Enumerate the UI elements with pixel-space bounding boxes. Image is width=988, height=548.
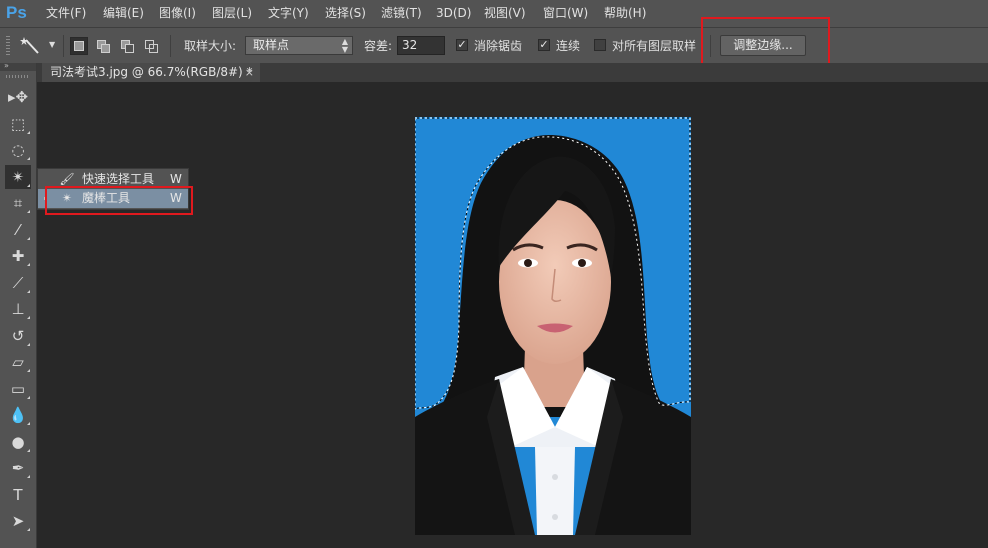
eraser-icon: ▱ [12,353,24,371]
tool-group-corner-icon [27,263,30,266]
contiguous-checkbox[interactable]: ✓ [538,39,550,51]
move-tool-button[interactable]: ▸✥ [5,85,31,109]
magic-wand-icon: ✴ [11,168,25,186]
menu-help[interactable]: 帮助(H) [604,0,646,27]
dodge-icon: ● [11,433,25,451]
tool-preset-picker[interactable]: ▼ [20,36,58,56]
options-bar: ▼ 取样大小: 取样点 ▲ ▼ 容差: 32 ✓ 消除锯齿 ✓ 连续 对所有图层取… [0,27,988,64]
sample-all-layers-checkbox[interactable] [594,39,606,51]
chevron-down-icon: ▼ [49,40,56,49]
history-brush-tool-button[interactable]: ↺ [5,324,31,348]
subtract-from-selection-button[interactable] [118,37,136,55]
collapse-icon: » [4,61,9,70]
marquee-icon: ⬚ [10,115,26,133]
menu-type[interactable]: 文字(Y) [268,0,309,27]
tolerance-label: 容差: [364,39,393,53]
history-brush-icon: ↺ [11,327,25,345]
select-arrows-icon: ▲ ▼ [341,37,348,54]
type-tool-button[interactable]: T [5,483,31,507]
move-icon: ▸✥ [7,88,29,106]
menu-3d[interactable]: 3D(D) [436,0,471,27]
eyedropper-icon: ⁄ [16,221,20,239]
tool-group-corner-icon [27,157,30,160]
toolbox-header[interactable]: » [0,61,36,71]
toolbox-panel: » ▸✥ ⬚ ◌ ✴ ⌗ ⁄ ✚ ⟋ ⊥ ↺ ▱ ▭ 💧 ● ✒ T ➤ [0,61,37,548]
path-selection-icon: ➤ [11,512,25,530]
type-icon: T [13,486,23,504]
menu-view[interactable]: 视图(V) [484,0,526,27]
lasso-icon: ◌ [11,141,25,159]
tool-group-corner-icon [27,131,30,134]
crop-icon: ⌗ [13,194,23,212]
highlight-box-magic-wand [45,186,193,215]
tool-group-corner-icon [27,528,30,531]
selection-outline [415,117,691,410]
options-bar-grip[interactable] [6,36,10,56]
tool-group-corner-icon [27,210,30,213]
blur-icon: 💧 [8,406,28,424]
tool-group-corner-icon [27,449,30,452]
crop-tool-button[interactable]: ⌗ [5,191,31,215]
sample-all-layers-label: 对所有图层取样 [612,39,697,53]
tolerance-input[interactable]: 32 [397,36,445,55]
brush-tool-button[interactable]: ⟋ [5,271,31,295]
photoshop-logo: Ps [6,3,27,22]
healing-brush-tool-button[interactable]: ✚ [5,244,31,268]
magic-wand-icon [20,37,39,54]
document-tab-bar: 司法考试3.jpg @ 66.7%(RGB/8#) * × [37,63,988,82]
anti-alias-checkbox[interactable]: ✓ [456,39,468,51]
add-to-selection-button[interactable] [94,37,112,55]
pen-icon: ✒ [11,459,25,477]
menu-edit[interactable]: 编辑(E) [103,0,144,27]
brush-icon: ⟋ [12,274,24,292]
anti-alias-label: 消除锯齿 [474,39,523,53]
tool-group-corner-icon [27,422,30,425]
menu-filter[interactable]: 滤镜(T) [381,0,422,27]
blur-tool-button[interactable]: 💧 [5,403,31,427]
tool-group-corner-icon [27,184,30,187]
tool-group-corner-icon [27,369,30,372]
sample-size-label: 取样大小: [184,39,237,53]
checkmark-icon: ✓ [457,38,467,51]
healing-brush-icon: ✚ [11,247,25,265]
menu-image[interactable]: 图像(I) [159,0,196,27]
menu-window[interactable]: 窗口(W) [543,0,588,27]
clone-stamp-tool-button[interactable]: ⊥ [5,297,31,321]
new-selection-button[interactable] [70,37,88,55]
path-selection-tool-button[interactable]: ➤ [5,509,31,533]
eyedropper-tool-button[interactable]: ⁄ [5,218,31,242]
dodge-tool-button[interactable]: ● [5,430,31,454]
contiguous-label: 连续 [556,39,581,53]
magic-wand-tool-button[interactable]: ✴ [5,165,31,189]
tool-group-corner-icon [27,343,30,346]
tool-group-corner-icon [27,237,30,240]
clone-stamp-icon: ⊥ [11,300,25,318]
sample-size-select[interactable]: 取样点 ▲ ▼ [245,36,353,55]
toolbox-grip[interactable] [6,75,30,78]
checkmark-icon: ✓ [539,38,549,51]
gradient-icon: ▭ [10,380,26,398]
document-tab[interactable]: 司法考试3.jpg @ 66.7%(RGB/8#) * × [42,63,260,82]
tool-group-corner-icon [27,396,30,399]
menu-file[interactable]: 文件(F) [46,0,86,27]
intersect-selection-button[interactable] [142,37,160,55]
document-tab-title: 司法考试3.jpg @ 66.7%(RGB/8#) * [50,65,253,79]
close-icon[interactable]: × [245,63,254,82]
menu-bar: Ps 文件(F) 编辑(E) 图像(I) 图层(L) 文字(Y) 选择(S) 滤… [0,0,988,27]
tool-group-corner-icon [27,290,30,293]
menu-layer[interactable]: 图层(L) [212,0,252,27]
sample-size-value: 取样点 [253,38,290,52]
highlight-box-refine-edge [701,17,830,65]
gradient-tool-button[interactable]: ▭ [5,377,31,401]
tool-group-corner-icon [27,475,30,478]
marquee-tool-button[interactable]: ⬚ [5,112,31,136]
pen-tool-button[interactable]: ✒ [5,456,31,480]
eraser-tool-button[interactable]: ▱ [5,350,31,374]
tool-group-corner-icon [27,316,30,319]
lasso-tool-button[interactable]: ◌ [5,138,31,162]
menu-select[interactable]: 选择(S) [325,0,366,27]
